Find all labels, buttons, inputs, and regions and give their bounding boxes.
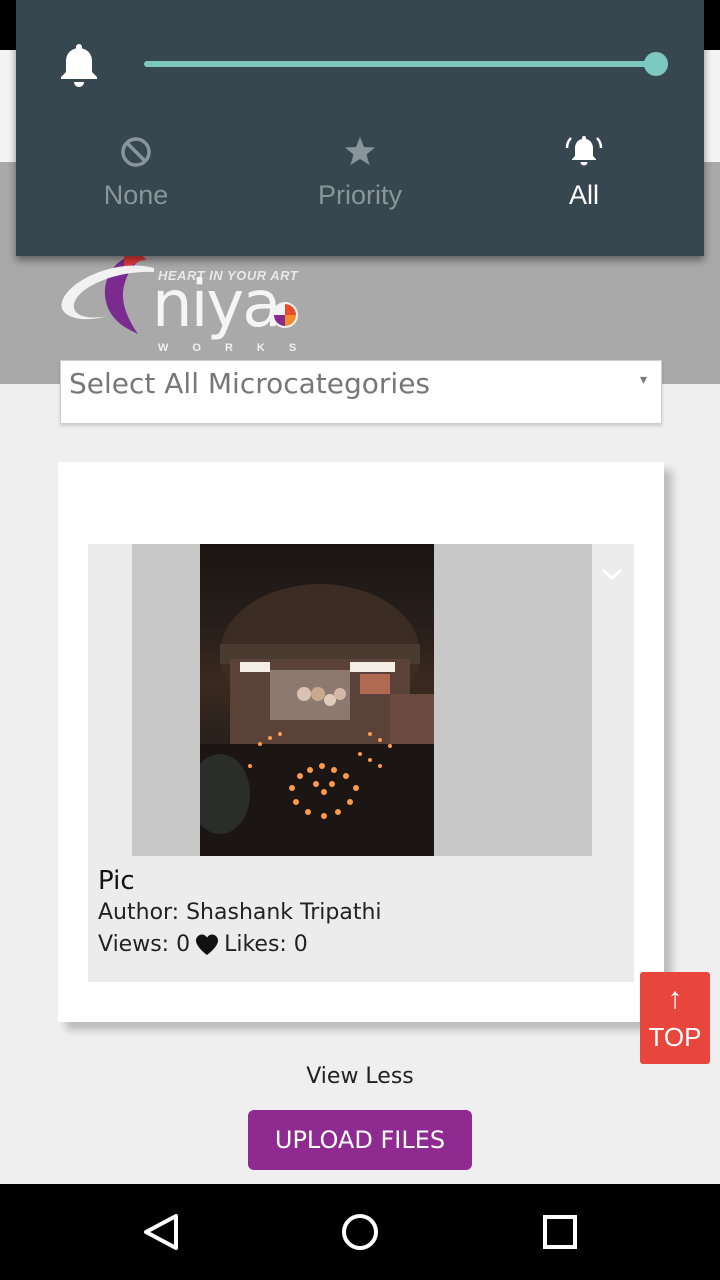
microcategory-select[interactable]: Select All Microcategories ▾	[60, 360, 662, 424]
chevron-down-icon: ▾	[639, 371, 647, 387]
mode-all-label: All	[568, 180, 599, 210]
item-author: Author: Shashank Tripathi	[98, 900, 382, 925]
logo-wordmark: niya	[152, 268, 281, 342]
mode-none-label: None	[103, 180, 169, 210]
bell-ringing-icon	[565, 136, 603, 166]
volume-panel: None Priority All	[16, 0, 704, 256]
upload-files-button[interactable]: UPLOAD FILES	[248, 1110, 472, 1170]
star-icon	[345, 137, 375, 165]
views-count: Views: 0	[98, 932, 191, 957]
chevron-down-icon[interactable]	[600, 564, 624, 584]
logo-subtitle: WORKS	[158, 342, 321, 354]
home-icon[interactable]	[330, 1204, 390, 1260]
mode-priority-label: Priority	[317, 180, 402, 210]
block-icon	[121, 137, 151, 167]
gallery-card: Pic Author: Shashank Tripathi Views: 0 L…	[58, 462, 664, 1022]
mode-all-button[interactable]: All	[494, 130, 674, 211]
mode-priority-button[interactable]: Priority	[270, 130, 450, 211]
gallery-item[interactable]: Pic Author: Shashank Tripathi Views: 0 L…	[88, 544, 634, 982]
photo-illustration	[200, 584, 434, 856]
gallery-photo[interactable]	[200, 544, 434, 856]
navigation-bar	[0, 1184, 720, 1280]
heart-icon[interactable]	[194, 933, 220, 957]
recents-icon[interactable]	[530, 1204, 590, 1260]
arrow-up-icon: ↑	[667, 982, 683, 1015]
bell-icon[interactable]	[56, 40, 102, 90]
view-less-link[interactable]: View Less	[0, 1064, 720, 1089]
top-label: TOP	[648, 1022, 702, 1052]
likes-count: Likes: 0	[224, 932, 308, 957]
volume-slider-track[interactable]	[144, 61, 656, 67]
item-stats: Views: 0 Likes: 0	[98, 932, 308, 957]
mode-none-button[interactable]: None	[46, 130, 226, 211]
select-placeholder: Select All Microcategories	[69, 367, 431, 400]
item-title: Pic	[98, 866, 135, 896]
logo-dot-icon	[272, 302, 298, 328]
volume-slider-thumb[interactable]	[644, 52, 668, 76]
back-icon[interactable]	[130, 1204, 190, 1260]
back-to-top-button[interactable]: ↑ TOP	[640, 972, 710, 1064]
